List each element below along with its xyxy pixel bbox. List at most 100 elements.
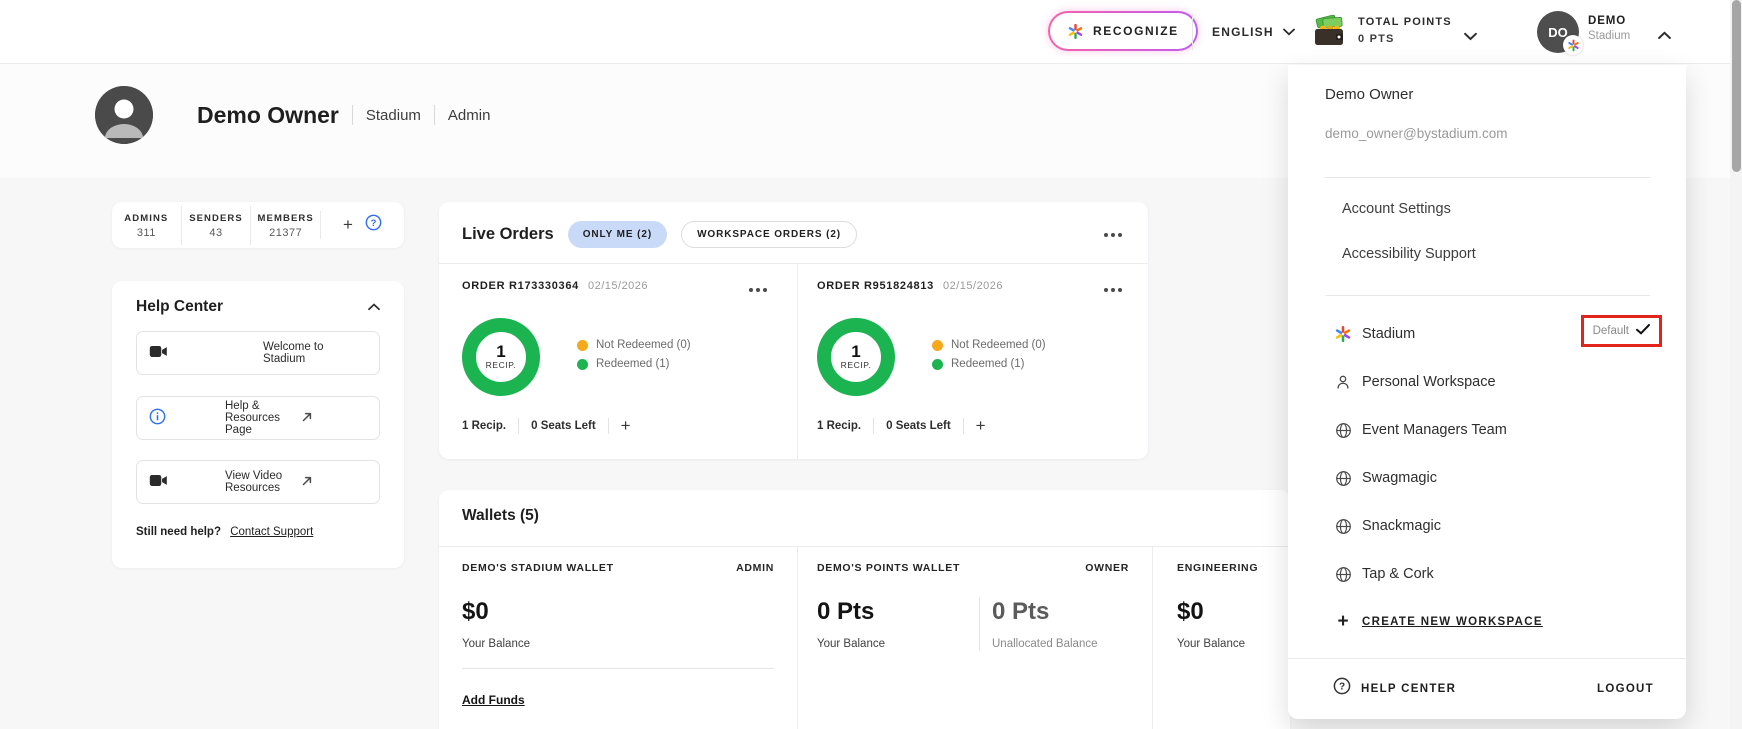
live-orders-more-options-icon[interactable] <box>1100 229 1126 241</box>
live-orders-card: Live Orders ONLY ME (2) WORKSPACE ORDERS… <box>439 202 1148 459</box>
topbar-divider <box>1192 14 1193 50</box>
points-chevron-down-icon[interactable] <box>1464 28 1477 46</box>
recip-label: RECIP. <box>486 360 517 370</box>
workspace-label: Tap & Cork <box>1362 566 1434 582</box>
profile-name: Demo Owner <box>197 102 339 129</box>
workspace-item-event-managers[interactable]: Event Managers Team <box>1288 406 1686 454</box>
help-item-label: Help & Resources Page <box>225 400 291 436</box>
order-date: 02/15/2026 <box>588 280 648 292</box>
svg-text:?: ? <box>371 218 377 229</box>
plus-icon: + <box>1333 612 1353 632</box>
tab-workspace-orders[interactable]: WORKSPACE ORDERS (2) <box>681 221 857 248</box>
help-item-resources[interactable]: Help & Resources Page <box>136 396 380 440</box>
workspace-item-swagmagic[interactable]: Swagmagic <box>1288 454 1686 502</box>
create-workspace-label: CREATE NEW WORKSPACE <box>1362 616 1543 628</box>
help-item-label: Welcome to Stadium <box>263 341 367 365</box>
wallet-balance-amount: $0 <box>462 598 489 626</box>
recognize-button[interactable]: RECOGNIZE <box>1048 11 1198 51</box>
wallet-balance-amount: $0 <box>1177 598 1204 626</box>
tab-workspace-orders-label: WORKSPACE ORDERS (2) <box>697 229 841 240</box>
app-root: RECOGNIZE ENGLISH TOTAL POINTS <box>0 0 1742 729</box>
external-link-icon <box>301 475 367 490</box>
workspace-item-stadium[interactable]: Stadium Default <box>1288 310 1686 358</box>
wallet-role-badge: ADMIN <box>736 562 774 574</box>
recip-count: 1 <box>496 344 505 360</box>
wallets-card: Wallets (5) DEMO'S STADIUM WALLET ADMIN … <box>439 490 1290 729</box>
order-more-options-icon[interactable] <box>1100 284 1126 296</box>
scrollbar-thumb[interactable] <box>1732 0 1741 172</box>
workspace-label: Snackmagic <box>1362 518 1441 534</box>
order-foot-seats: 0 Seats Left <box>886 420 951 432</box>
logout-button[interactable]: LOGOUT <box>1597 683 1654 695</box>
tab-only-me[interactable]: ONLY ME (2) <box>568 221 667 248</box>
stadium-logo-icon <box>1333 324 1353 344</box>
green-dot-icon <box>932 359 943 370</box>
order-recipients-donut: 1 RECIP. <box>462 318 540 396</box>
total-points-widget[interactable]: TOTAL POINTS 0 PTS <box>1358 14 1452 48</box>
wallet-cash-icon <box>1312 15 1348 53</box>
order-add-button[interactable]: + <box>621 419 631 433</box>
legend-not-redeemed: Not Redeemed (0) <box>932 339 1046 351</box>
menu-help-center-label: HELP CENTER <box>1361 683 1456 695</box>
menu-help-center[interactable]: ? HELP CENTER <box>1333 677 1456 700</box>
order-foot-recip: 1 Recip. <box>462 420 506 432</box>
stat-admins[interactable]: ADMINS 311 <box>112 206 182 245</box>
scrollbar-track[interactable] <box>1730 0 1742 729</box>
add-member-button[interactable]: + <box>343 218 353 232</box>
wallet-name: DEMO'S POINTS WALLET <box>817 562 960 574</box>
globe-icon <box>1333 516 1353 536</box>
recognize-label: RECOGNIZE <box>1093 24 1179 38</box>
profile-workspace: Stadium <box>366 107 421 124</box>
contact-support-link[interactable]: Contact Support <box>230 526 313 538</box>
total-points-label: TOTAL POINTS <box>1358 14 1452 31</box>
chevron-down-icon <box>1283 23 1295 41</box>
orange-dot-icon <box>577 340 588 351</box>
globe-icon <box>1333 420 1353 440</box>
menu-account-settings[interactable]: Account Settings <box>1342 201 1451 217</box>
help-circle-icon[interactable]: ? <box>365 214 382 236</box>
add-funds-link[interactable]: Add Funds <box>462 693 525 707</box>
workspace-item-tap-and-cork[interactable]: Tap & Cork <box>1288 550 1686 598</box>
legend-redeemed-label: Redeemed (1) <box>596 358 670 370</box>
account-menu-trigger[interactable]: DEMO Stadium <box>1588 15 1630 42</box>
stat-admins-value: 311 <box>112 227 181 239</box>
members-stats-card: ADMINS 311 SENDERS 43 MEMBERS 21377 + ? <box>112 202 404 248</box>
create-new-workspace-button[interactable]: + CREATE NEW WORKSPACE <box>1288 598 1686 646</box>
menu-user-email: demo_owner@bystadium.com <box>1325 126 1508 141</box>
order-foot-seats: 0 Seats Left <box>531 420 596 432</box>
order-foot-recip: 1 Recip. <box>817 420 861 432</box>
wallets-title: Wallets (5) <box>462 507 539 525</box>
wallet-name: ENGINEERING <box>1177 562 1258 574</box>
language-selector[interactable]: ENGLISH <box>1212 0 1295 64</box>
help-item-welcome[interactable]: Welcome to Stadium <box>136 331 380 375</box>
help-item-videos[interactable]: View Video Resources <box>136 460 380 504</box>
stadium-asterisk-icon <box>1067 23 1084 40</box>
video-icon <box>149 473 215 491</box>
default-workspace-highlight-box: Default <box>1581 315 1662 347</box>
globe-icon <box>1333 564 1353 584</box>
profile-role: Admin <box>448 107 491 124</box>
legend-not-redeemed-label: Not Redeemed (0) <box>596 339 691 351</box>
person-icon <box>1333 372 1353 392</box>
order-add-button[interactable]: + <box>976 419 986 433</box>
default-badge-label: Default <box>1593 325 1629 337</box>
order-recipients-donut: 1 RECIP. <box>817 318 895 396</box>
order-more-options-icon[interactable] <box>745 284 771 296</box>
stat-senders[interactable]: SENDERS 43 <box>182 206 252 245</box>
globe-icon <box>1333 468 1353 488</box>
stat-members[interactable]: MEMBERS 21377 <box>251 206 320 245</box>
legend-redeemed: Redeemed (1) <box>932 358 1046 370</box>
workspace-item-snackmagic[interactable]: Snackmagic <box>1288 502 1686 550</box>
account-chevron-up-icon[interactable] <box>1658 27 1671 45</box>
still-need-help-text: Still need help? <box>136 526 221 538</box>
collapse-chevron-up-icon[interactable] <box>368 298 380 316</box>
menu-accessibility-support[interactable]: Accessibility Support <box>1342 246 1476 262</box>
external-link-icon <box>301 411 367 426</box>
workspace-label: Personal Workspace <box>1362 374 1496 390</box>
workspace-item-personal[interactable]: Personal Workspace <box>1288 358 1686 406</box>
green-dot-icon <box>577 359 588 370</box>
question-circle-icon: ? <box>1333 677 1351 700</box>
wallet-balance-label: Your Balance <box>462 638 530 650</box>
wallet-balance-label: Your Balance <box>1177 638 1245 650</box>
order-date: 02/15/2026 <box>943 280 1003 292</box>
